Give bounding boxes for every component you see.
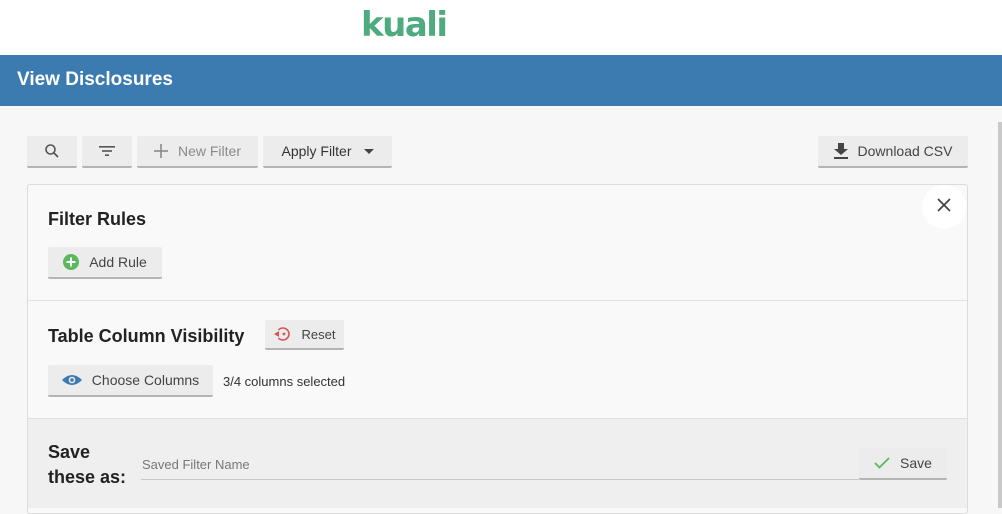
download-csv-label: Download CSV: [857, 143, 953, 159]
page-title-bar: View Disclosures: [0, 55, 1002, 106]
filter-lines-icon: [99, 145, 115, 157]
new-filter-button[interactable]: New Filter: [137, 136, 258, 168]
save-label: Save: [900, 455, 932, 471]
reset-icon: [273, 326, 292, 342]
download-icon: [833, 143, 848, 159]
choose-columns-label: Choose Columns: [91, 372, 200, 388]
apply-filter-dropdown[interactable]: Apply Filter: [263, 136, 392, 168]
download-csv-button[interactable]: Download CSV: [818, 136, 968, 168]
apply-filter-label: Apply Filter: [281, 143, 352, 159]
filter-rules-heading: Filter Rules: [48, 209, 147, 229]
search-button[interactable]: [27, 136, 77, 168]
new-filter-label: New Filter: [177, 143, 241, 159]
saved-filter-name-input[interactable]: [141, 449, 859, 480]
caret-down-icon: [363, 148, 374, 154]
columns-selected-count: 3/4 columns selected: [223, 374, 346, 389]
add-rule-label: Add Rule: [89, 254, 147, 270]
section-divider: [28, 300, 967, 301]
search-icon: [44, 143, 60, 159]
page-title: View Disclosures: [17, 69, 173, 90]
scrollbar[interactable]: [998, 122, 1002, 508]
reset-columns-button[interactable]: Reset: [265, 320, 344, 350]
choose-columns-button[interactable]: Choose Columns: [48, 365, 213, 397]
plus-icon: [153, 144, 168, 158]
kuali-logo[interactable]: kuali: [361, 5, 448, 45]
save-filter-button[interactable]: Save: [859, 448, 947, 480]
filter-toggle-button[interactable]: [82, 136, 132, 168]
reset-label: Reset: [301, 326, 336, 342]
save-as-label: Save these as:: [48, 442, 127, 487]
check-icon: [874, 457, 890, 469]
close-icon: [937, 197, 951, 217]
column-visibility-heading: Table Column Visibility: [48, 326, 245, 346]
top-bar: kuali: [0, 0, 1002, 55]
plus-circle-icon: [63, 254, 80, 270]
eye-icon: [61, 374, 82, 386]
close-panel-button[interactable]: [922, 185, 966, 229]
add-rule-button[interactable]: Add Rule: [48, 247, 162, 279]
